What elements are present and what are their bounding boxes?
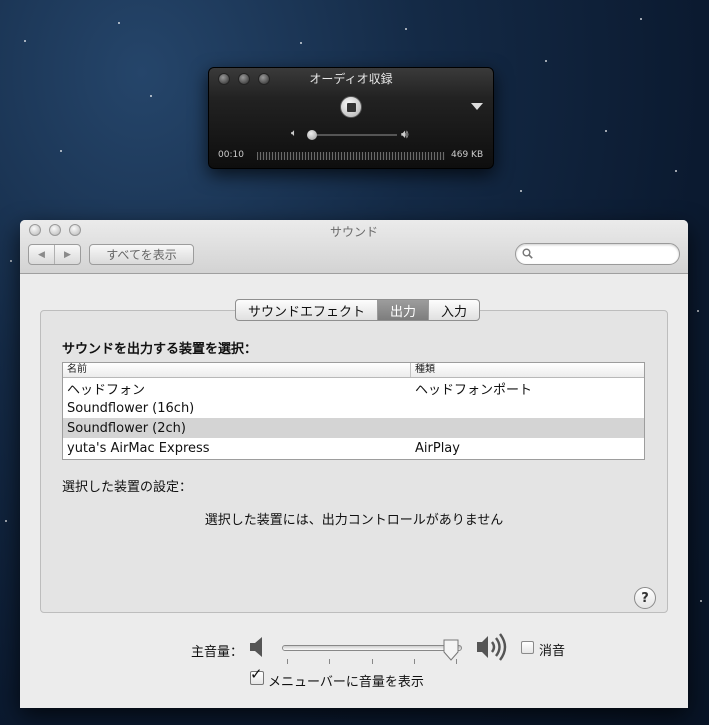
output-volume-label: 主音量： — [191, 645, 244, 660]
device-name: Soundflower (16ch) — [67, 400, 195, 416]
search-icon — [522, 248, 533, 259]
device-type: AirPlay — [415, 440, 460, 456]
window-title: サウンド — [329, 225, 378, 239]
stop-icon — [346, 102, 356, 112]
show-volume-in-menubar-label: メニューバーに音量を表示 — [268, 675, 424, 690]
output-device-table: 名前 種類 ヘッドフォン ヘッドフォンポート Soundflower (16ch… — [62, 362, 645, 460]
stop-recording-button[interactable] — [340, 96, 362, 118]
speaker-low-icon — [250, 637, 262, 657]
checkmark-icon: ✓ — [250, 665, 263, 683]
device-settings-label: 選択した装置の設定： — [62, 480, 193, 495]
device-name: yuta's AirMac Express — [67, 440, 210, 456]
table-row-selected[interactable]: Soundflower (2ch) — [63, 418, 644, 438]
search-input[interactable] — [515, 243, 680, 265]
mute-label: 消音 — [539, 644, 566, 659]
table-row[interactable]: yuta's AirMac Express AirPlay — [63, 438, 644, 458]
help-icon: ? — [641, 590, 649, 606]
column-header-type[interactable]: 種類 — [411, 363, 435, 377]
tab-output[interactable]: 出力 — [377, 300, 429, 320]
device-name: Soundflower (2ch) — [67, 420, 186, 436]
chevron-right-icon: ▶ — [64, 249, 71, 260]
speaker-high-icon: 🔊︎ — [401, 127, 409, 141]
show-all-button[interactable]: すべてを表示 — [89, 244, 194, 265]
device-name: ヘッドフォン — [67, 382, 146, 398]
volume-slider-thumb[interactable] — [443, 639, 459, 661]
elapsed-time: 00:10 — [218, 150, 244, 160]
mute-checkbox[interactable] — [521, 641, 534, 654]
level-meter — [257, 152, 445, 160]
volume-slider-fill — [283, 646, 458, 650]
recorder-title: オーディオ収録 — [309, 72, 393, 86]
recorder-volume-control: 🔈︎ 🔊︎ — [289, 127, 419, 142]
chevron-left-icon: ◀ — [38, 249, 45, 260]
back-button[interactable]: ◀ — [29, 245, 54, 264]
recorder-volume-knob[interactable] — [307, 130, 317, 140]
recorder-volume-track[interactable] — [309, 134, 397, 136]
chevron-down-icon[interactable] — [471, 103, 483, 110]
table-row[interactable]: Soundflower (16ch) — [63, 398, 644, 418]
tab-bar: サウンドエフェクト 出力 入力 — [235, 299, 481, 321]
tab-sound-effects[interactable]: サウンドエフェクト — [236, 300, 377, 320]
output-volume-slider[interactable] — [282, 645, 462, 651]
file-size: 469 KB — [451, 150, 484, 160]
back-forward-control: ◀ ▶ — [28, 244, 81, 265]
help-button[interactable]: ? — [634, 587, 656, 609]
sound-preferences-window: サウンド ◀ ▶ すべてを表示 サウンドエフェクト 出力 入力 サウンドを出力す… — [20, 220, 688, 708]
toolbar: サウンド ◀ ▶ すべてを表示 — [20, 220, 688, 274]
forward-button[interactable]: ▶ — [54, 245, 80, 264]
speaker-high-icon — [477, 633, 507, 661]
device-section-title: サウンドを出力する装置を選択： — [62, 342, 258, 357]
no-controls-message: 選択した装置には、出力コントロールがありません — [204, 513, 504, 528]
tab-input[interactable]: 入力 — [428, 300, 479, 320]
volume-ticks — [287, 659, 457, 665]
device-type: ヘッドフォンポート — [415, 382, 533, 398]
table-header: 名前 種類 — [63, 363, 644, 378]
speaker-low-icon: 🔈︎ — [291, 128, 297, 139]
audio-recorder-window: オーディオ収録 🔈︎ 🔊︎ 00:10 469 KB — [208, 67, 494, 169]
table-row[interactable]: ヘッドフォン ヘッドフォンポート — [63, 378, 644, 398]
column-header-name[interactable]: 名前 — [63, 363, 411, 377]
